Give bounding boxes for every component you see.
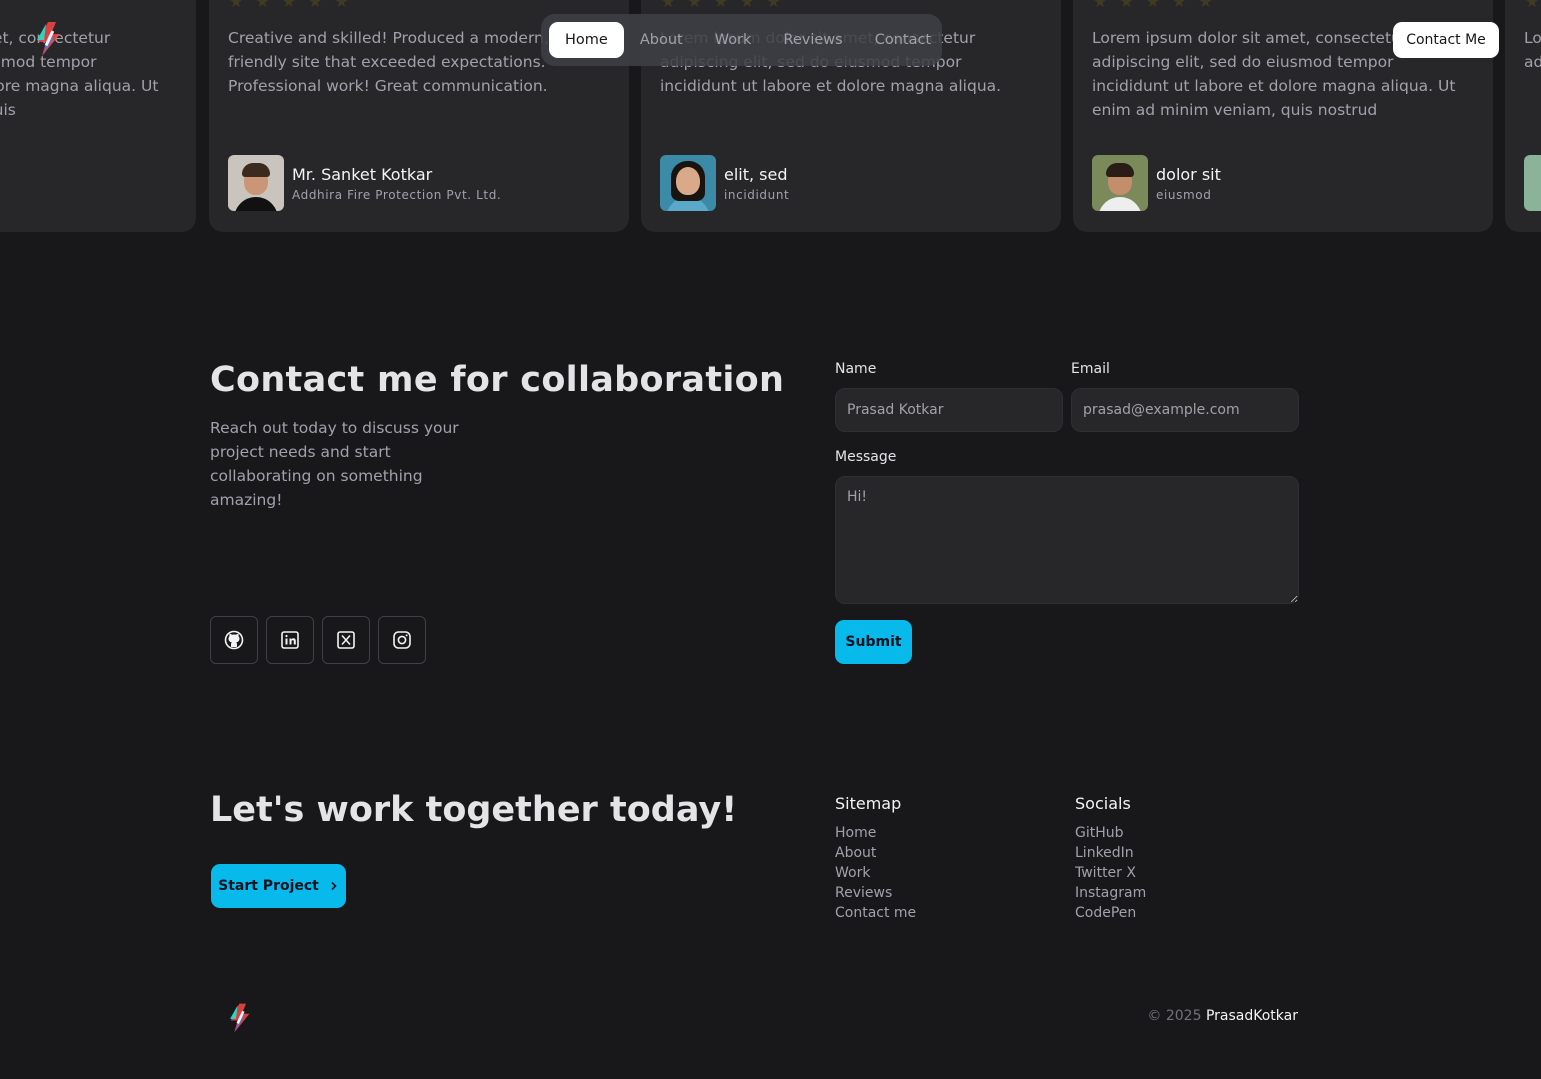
avatar [228,155,284,211]
socials-link-github[interactable]: GitHub [1075,823,1146,843]
footer-logo-icon[interactable] [227,1002,255,1034]
avatar [1092,155,1148,211]
star-icon: ★ [334,0,349,11]
review-card: ★★★★★ Lorem ipsum dolor sit amet, consec… [1505,0,1541,232]
review-author [1524,155,1541,211]
x-button[interactable] [322,616,370,664]
email-label: Email [1071,361,1110,377]
start-project-button[interactable]: Start Project [211,864,346,908]
review-author: dolor sit eiusmod [1092,155,1221,211]
rating-stars: ★★★★★ [1525,0,1541,10]
nav-contact[interactable]: Contact [859,22,947,58]
instagram-button[interactable] [378,616,426,664]
sitemap-link-about[interactable]: About [835,843,916,863]
name-input[interactable] [835,388,1063,432]
sitemap-link-reviews[interactable]: Reviews [835,883,916,903]
nav-home[interactable]: Home [549,22,624,58]
copyright-name: PrasadKotkar [1205,1008,1298,1024]
x-icon [337,631,355,649]
review-text: Lorem ipsum dolor sit amet, consectetur … [1524,29,1541,71]
star-icon: ★ [308,0,323,11]
avatar [1524,155,1541,211]
star-icon: ★ [1093,0,1108,11]
email-input[interactable] [1071,388,1299,432]
star-icon: ★ [1119,0,1134,11]
linkedin-button[interactable] [266,616,314,664]
rating-stars: ★ ★ ★ ★ ★ [1093,0,1213,10]
author-name: elit, sed [724,164,788,184]
copyright-prefix: © 2025 [1147,1008,1202,1024]
chevron-right-icon [331,881,337,891]
rating-stars: ★ ★ ★ ★ ★ [661,0,781,10]
start-project-label: Start Project [218,878,319,894]
star-icon: ★ [281,0,297,11]
linkedin-icon [281,631,299,649]
main-nav: Home About Work Reviews Contact [541,14,942,66]
sitemap-title: Sitemap [835,794,902,813]
sitemap-link-home[interactable]: Home [835,823,916,843]
sitemap-link-contact[interactable]: Contact me [835,903,916,923]
instagram-icon [393,631,411,649]
star-icon: ★ [687,0,702,11]
sitemap-column: Sitemap Home About Work Reviews Contact … [835,794,916,923]
star-icon: ★ [1145,0,1161,11]
review-card: ★★★★★ Lorem ipsum dolor sit amet, consec… [0,0,196,232]
sitemap-link-work[interactable]: Work [835,863,916,883]
contact-title: Contact me for collaboration [210,360,785,400]
review-text: Lorem ipsum dolor sit amet, consectetur … [0,29,159,119]
star-icon: ★ [1172,0,1187,11]
review-author: Mr. Sanket Kotkar Addhira Fire Protectio… [228,155,501,211]
author-company: incididunt [724,187,790,202]
author-name: dolor sit [1156,164,1221,184]
submit-button[interactable]: Submit [835,620,912,664]
socials-link-instagram[interactable]: Instagram [1075,883,1146,903]
nav-work[interactable]: Work [699,22,768,58]
star-icon: ★ [713,0,729,11]
star-icon: ★ [255,0,270,11]
copyright: © 2025 PrasadKotkar [1147,1008,1298,1024]
nav-about[interactable]: About [624,22,699,58]
name-label: Name [835,361,877,377]
avatar [660,155,716,211]
github-icon [224,630,244,650]
socials-link-codepen[interactable]: CodePen [1075,903,1146,923]
message-label: Message [835,449,897,465]
author-company: eiusmod [1156,187,1212,202]
star-icon: ★ [661,0,676,11]
socials-title: Socials [1075,794,1131,813]
nav-reviews[interactable]: Reviews [767,22,858,58]
logo-icon[interactable] [34,20,66,58]
contact-me-button[interactable]: Contact Me [1393,22,1499,58]
star-icon: ★ [229,0,244,11]
socials-link-twitter[interactable]: Twitter X [1075,863,1146,883]
contact-subtitle: Reach out today to discuss your project … [210,419,459,509]
star-icon: ★ [766,0,781,11]
star-icon: ★ [1198,0,1213,11]
socials-link-linkedin[interactable]: LinkedIn [1075,843,1146,863]
rating-stars: ★ ★ ★ ★ ★ [229,0,349,10]
github-button[interactable] [210,616,258,664]
socials-column: Socials GitHub LinkedIn Twitter X Instag… [1075,794,1146,923]
review-author: elit, sed incididunt [660,155,789,211]
star-icon: ★ [740,0,755,11]
author-company: Addhira Fire Protection Pvt. Ltd. [292,187,502,202]
author-name: Mr. Sanket Kotkar [292,164,433,184]
social-links [210,616,426,664]
message-textarea[interactable] [835,476,1299,604]
star-icon: ★ [1525,0,1540,11]
cta-title: Let's work together today! [210,790,738,830]
